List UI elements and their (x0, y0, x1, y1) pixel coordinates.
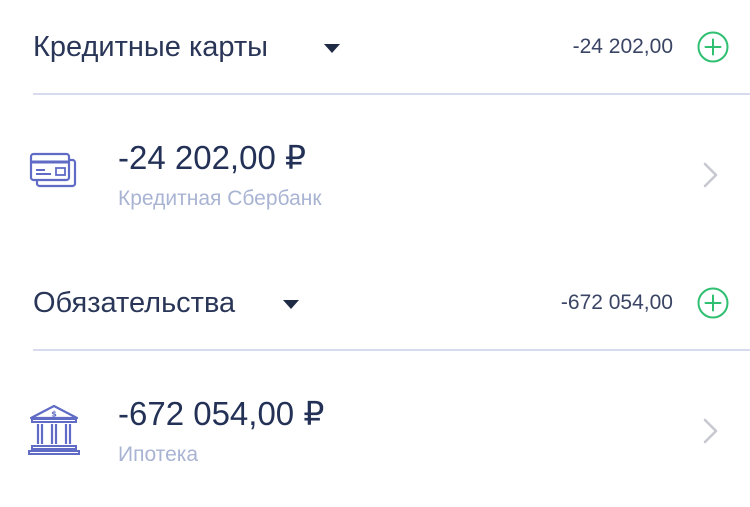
caret-down-icon[interactable] (283, 300, 299, 309)
account-amount: -24 202,00 ₽ (118, 139, 306, 176)
account-name: Кредитная Сбербанк (118, 187, 322, 210)
section-total: -672 054,00 (560, 291, 673, 314)
divider (33, 93, 750, 95)
section-title: Обязательства (33, 287, 236, 319)
svg-text:$: $ (51, 410, 57, 419)
account-amount: -672 054,00 ₽ (118, 395, 325, 432)
section-total: -24 202,00 (572, 35, 673, 58)
divider (33, 349, 750, 351)
caret-down-icon[interactable] (324, 44, 340, 53)
account-row-mortgage[interactable]: $ -672 054,00 ₽ Ипотека (0, 381, 750, 481)
bank-icon: $ (28, 404, 80, 455)
section-header-liabilities[interactable]: Обязательства -672 054,00 (0, 273, 750, 333)
account-name: Ипотека (118, 443, 199, 466)
add-credit-card-button[interactable] (697, 31, 729, 63)
credit-card-icon (29, 152, 77, 188)
chevron-right-icon (703, 418, 718, 444)
chevron-right-icon (703, 162, 718, 188)
account-row-credit-card[interactable]: -24 202,00 ₽ Кредитная Сбербанк (0, 125, 750, 225)
section-header-credit-cards[interactable]: Кредитные карты -24 202,00 (0, 17, 750, 77)
section-title: Кредитные карты (33, 31, 269, 63)
add-liability-button[interactable] (697, 287, 729, 319)
